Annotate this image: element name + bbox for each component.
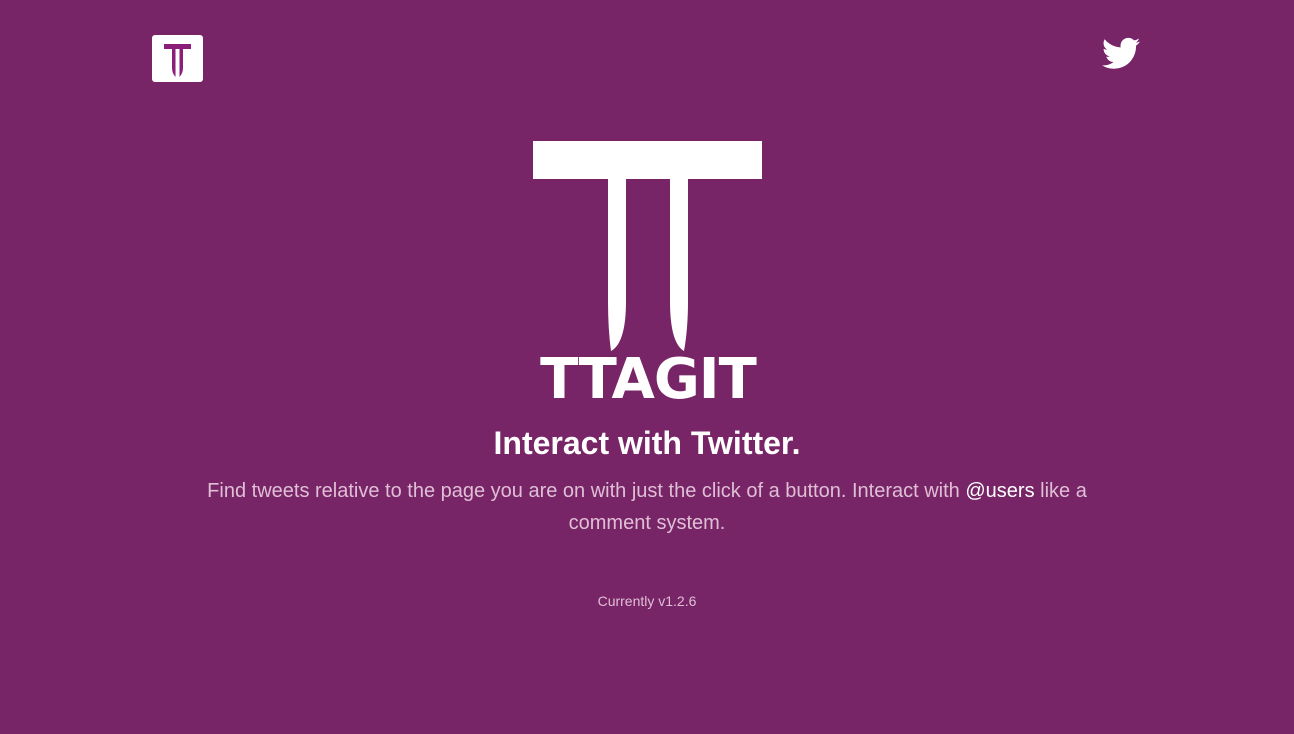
description-text-start: Find tweets relative to the page you are… (207, 480, 966, 502)
page-headline: Interact with Twitter. (493, 425, 801, 461)
twitter-bird-icon (1102, 37, 1140, 69)
ttagit-wordmark: TTAGIT (540, 347, 757, 412)
home-logo-link[interactable] (152, 35, 203, 82)
ttagit-large-t-mark-icon (533, 141, 762, 351)
ttagit-t-logo-icon (164, 44, 191, 77)
landing-page: TTAGIT Interact with Twitter. Find tweet… (0, 0, 1294, 734)
hero-logo-mark (533, 141, 762, 351)
users-link[interactable]: @users (965, 480, 1034, 502)
twitter-link[interactable] (1102, 37, 1140, 70)
version-text: Currently v1.2.6 (597, 593, 697, 609)
tagline-description: Find tweets relative to the page you are… (200, 475, 1094, 539)
